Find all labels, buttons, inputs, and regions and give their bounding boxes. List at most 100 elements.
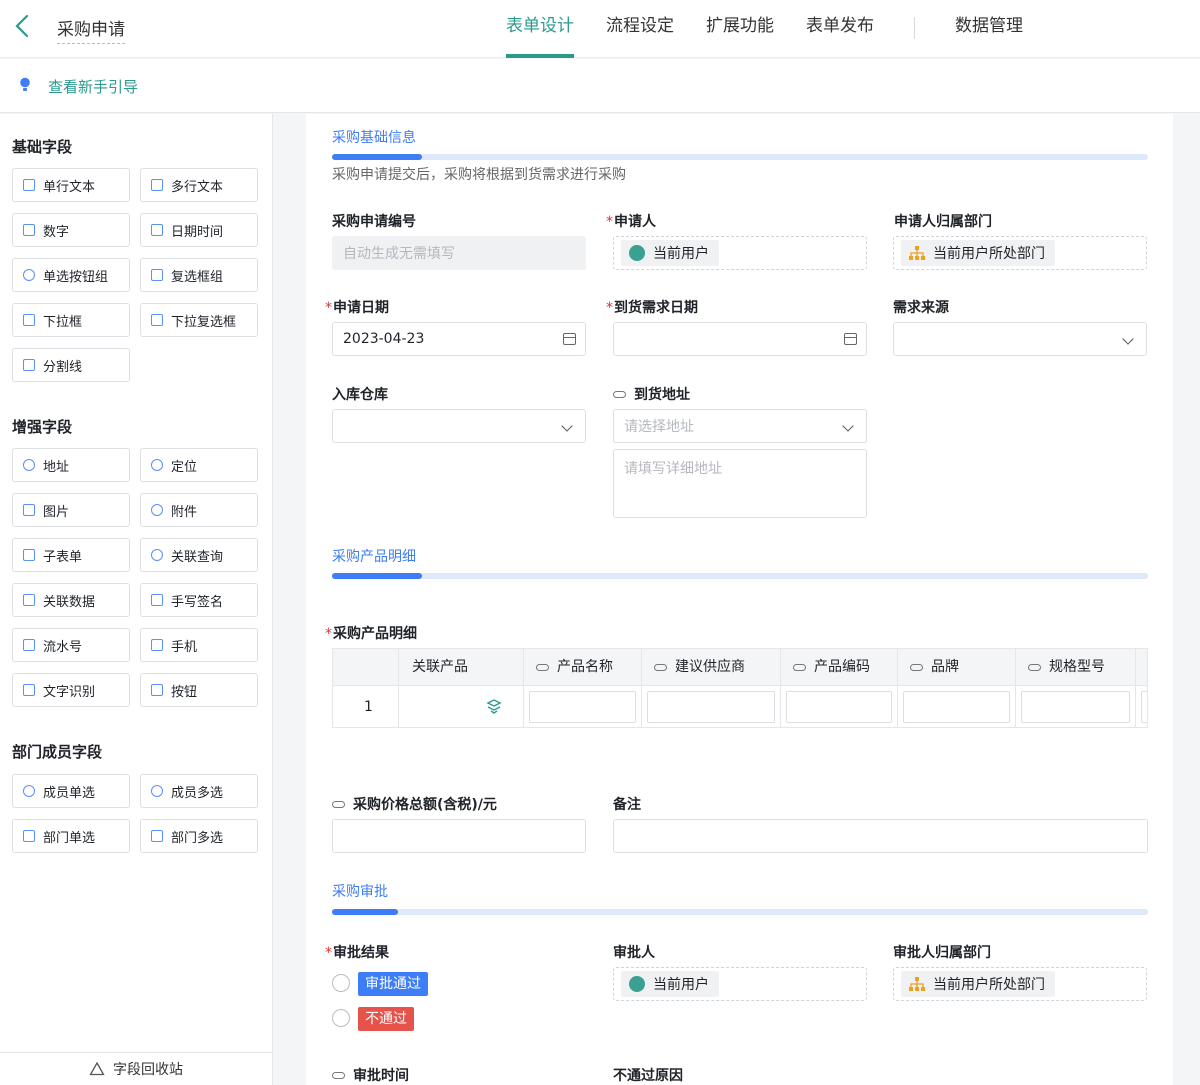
section-divider — [332, 909, 1148, 915]
label-applicant: *申请人 — [606, 214, 656, 230]
column-header[interactable]: 品牌 — [898, 649, 1016, 685]
section-title-approval[interactable]: 采购审批 — [332, 881, 388, 901]
approver-dept-field[interactable]: 当前用户所处部门 — [893, 967, 1147, 1001]
column-header[interactable]: 建议供应商 — [642, 649, 781, 685]
field-button[interactable]: 按钮 — [140, 673, 258, 707]
departments-icon — [151, 830, 163, 842]
field-ocr[interactable]: 文字识别 — [12, 673, 130, 707]
radio-reject[interactable] — [332, 1009, 350, 1027]
radio-approve[interactable] — [332, 974, 350, 992]
field-image[interactable]: 图片 — [12, 493, 130, 527]
section-title-basic-info[interactable]: 采购基础信息 — [332, 127, 416, 147]
field-member-multi[interactable]: 成员多选 — [140, 774, 258, 808]
field-radio-group[interactable]: 单选按钮组 — [12, 258, 130, 292]
field-subform[interactable]: 子表单 — [12, 538, 130, 572]
source-select[interactable] — [893, 322, 1147, 356]
field-location[interactable]: 定位 — [140, 448, 258, 482]
field-serial-number[interactable]: 流水号 — [12, 628, 130, 662]
address-select[interactable]: 请选择地址 — [613, 409, 867, 443]
tab-extensions[interactable]: 扩展功能 — [706, 0, 774, 58]
tab-flow-settings[interactable]: 流程设定 — [606, 0, 674, 58]
field-dropdown[interactable]: 下拉框 — [12, 303, 130, 337]
column-header[interactable]: 产品编码 — [781, 649, 898, 685]
tab-form-publish[interactable]: 表单发布 — [806, 0, 874, 58]
label-arrival-date: *到货需求日期 — [606, 300, 698, 316]
top-bar: 采购申请 表单设计 流程设定 扩展功能 表单发布 数据管理 — [0, 0, 1200, 58]
overflow-cell[interactable] — [1136, 686, 1147, 727]
linked-data-icon[interactable] — [485, 698, 503, 716]
field-address[interactable]: 地址 — [12, 448, 130, 482]
field-checkbox-group[interactable]: 复选框组 — [140, 258, 258, 292]
column-header[interactable] — [1136, 649, 1147, 685]
field-member-single[interactable]: 成员单选 — [12, 774, 130, 808]
reject-tag[interactable]: 不通过 — [358, 1007, 414, 1031]
current-user-chip: 当前用户 — [621, 240, 719, 266]
approve-tag[interactable]: 审批通过 — [358, 972, 428, 996]
chevron-down-icon — [1122, 333, 1134, 345]
remark-input[interactable] — [613, 819, 1148, 853]
total-input[interactable] — [332, 819, 586, 853]
field-datetime[interactable]: 日期时间 — [140, 213, 258, 247]
apply-date-input[interactable]: 2023-04-23 — [332, 322, 586, 356]
field-attachment[interactable]: 附件 — [140, 493, 258, 527]
linked-product-cell[interactable] — [399, 686, 524, 727]
table-index-header — [333, 649, 399, 685]
field-single-line-text[interactable]: 单行文本 — [12, 168, 130, 202]
spec-cell[interactable] — [1016, 686, 1136, 727]
product-detail-table[interactable]: 关联产品 产品名称 建议供应商 产品编码 品牌 规格型号 1 — [332, 648, 1148, 728]
column-header[interactable]: 产品名称 — [524, 649, 642, 685]
field-dept-multi[interactable]: 部门多选 — [140, 819, 258, 853]
tab-form-design[interactable]: 表单设计 — [506, 0, 574, 58]
field-palette: 基础字段 单行文本 多行文本 数字 日期时间 单选按钮组 复选框组 下拉框 下拉… — [0, 114, 273, 1085]
back-arrow-icon[interactable] — [12, 12, 36, 40]
group-title-dept-member: 部门成员字段 — [12, 743, 103, 761]
applicant-field[interactable]: 当前用户 — [613, 236, 867, 270]
search-link-icon — [151, 549, 163, 561]
address-detail-textarea[interactable]: 请填写详细地址 — [613, 449, 867, 518]
recycle-bin-button[interactable]: 字段回收站 — [0, 1052, 272, 1085]
brand-cell[interactable] — [898, 686, 1016, 727]
field-linked-query[interactable]: 关联查询 — [140, 538, 258, 572]
link-icon — [536, 663, 549, 671]
field-multi-line-text[interactable]: 多行文本 — [140, 168, 258, 202]
field-linked-data[interactable]: 关联数据 — [12, 583, 130, 617]
chevron-down-icon — [842, 420, 854, 432]
linked-data-icon — [23, 594, 35, 606]
arrival-date-input[interactable] — [613, 322, 867, 356]
product-name-cell[interactable] — [524, 686, 642, 727]
field-dept-single[interactable]: 部门单选 — [12, 819, 130, 853]
section-title-product-detail[interactable]: 采购产品明细 — [332, 546, 416, 566]
calendar-icon — [151, 224, 163, 236]
form-title[interactable]: 采购申请 — [57, 15, 125, 44]
group-title-basic: 基础字段 — [12, 138, 73, 156]
product-code-cell[interactable] — [781, 686, 898, 727]
tab-data-management[interactable]: 数据管理 — [955, 0, 1023, 58]
user-icon — [23, 785, 35, 797]
warehouse-select[interactable] — [332, 409, 586, 443]
label-apply-date: *申请日期 — [325, 300, 389, 316]
crosshair-icon — [151, 459, 163, 471]
list-icon — [151, 314, 163, 326]
label-serial: 采购申请编号 — [332, 214, 416, 230]
section-divider — [332, 573, 1148, 579]
supplier-cell[interactable] — [642, 686, 781, 727]
field-number[interactable]: 数字 — [12, 213, 130, 247]
pen-icon — [151, 594, 163, 606]
tab-divider — [914, 17, 915, 39]
label-address: 到货地址 — [613, 384, 690, 404]
field-signature[interactable]: 手写签名 — [140, 583, 258, 617]
link-icon — [613, 390, 626, 398]
column-header[interactable]: 规格型号 — [1016, 649, 1136, 685]
users-icon — [151, 785, 163, 797]
group-title-enhanced: 增强字段 — [12, 418, 73, 436]
approver-field[interactable]: 当前用户 — [613, 967, 867, 1001]
org-chart-icon — [909, 977, 925, 991]
current-user-chip: 当前用户 — [621, 971, 719, 997]
lightbulb-icon — [20, 77, 30, 91]
new-user-guide-link[interactable]: 查看新手引导 — [48, 76, 138, 97]
field-dropdown-multi[interactable]: 下拉复选框 — [140, 303, 258, 337]
dept-field[interactable]: 当前用户所处部门 — [893, 236, 1147, 270]
field-divider[interactable]: 分割线 — [12, 348, 130, 382]
field-mobile[interactable]: 手机 — [140, 628, 258, 662]
column-header[interactable]: 关联产品 — [399, 649, 524, 685]
